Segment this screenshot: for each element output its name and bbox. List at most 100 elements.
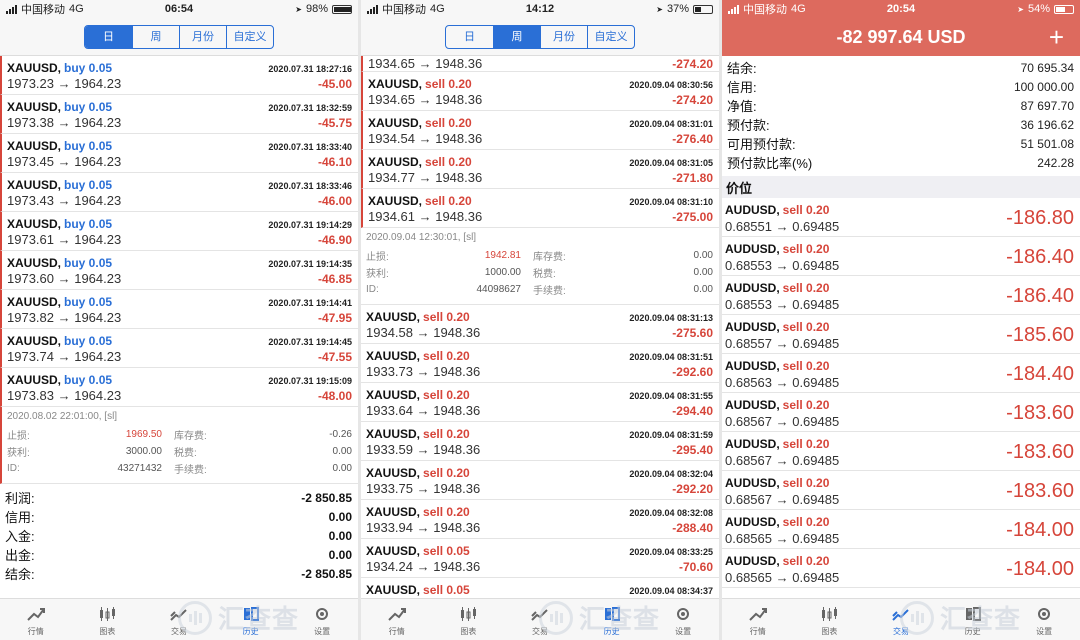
trade-action: sell 0.05 — [423, 544, 470, 558]
trade-profit: -47.55 — [317, 350, 352, 364]
tab-chart[interactable]: 图表 — [72, 599, 144, 640]
tab-quotes[interactable]: 行情 — [361, 599, 433, 640]
position-row[interactable]: AUDUSD, sell 0.20 0.68565 → 0.69485 -184.00 — [722, 549, 1080, 588]
segment-month[interactable]: 月份 — [540, 25, 587, 48]
symbol: XAUUSD, — [366, 583, 421, 597]
position-row[interactable]: AUDUSD, sell 0.20 0.68567 → 0.69485 -183.60 — [722, 432, 1080, 471]
account-row: 可用预付款: 51 501.08 — [727, 134, 1074, 153]
trade-action: buy 0.05 — [64, 334, 113, 348]
trade-row[interactable]: XAUUSD, sell 0.20 2020.09.04 08:32:08 1933.… — [361, 500, 719, 539]
trade-row[interactable]: XAUUSD, buy 0.05 2020.07.31 19:14:29 1973.6… — [0, 212, 358, 251]
trade-row-bottom: 1973.60 → 1964.23 -46.85 — [7, 271, 352, 289]
trade-price: 1973.45 → 1964.23 — [7, 154, 122, 169]
tab-settings[interactable]: 设置 — [1008, 599, 1080, 640]
tab-chart[interactable]: 图表 — [433, 599, 505, 640]
trade-row[interactable]: XAUUSD, buy 0.05 2020.07.31 18:27:16 1973.2… — [0, 56, 358, 95]
trade-icon — [169, 606, 189, 626]
trade-time: 2020.09.04 08:31:55 — [629, 391, 713, 401]
position-row[interactable]: AUDUSD, sell 0.20 0.68567 → 0.69485 -183.60 — [722, 393, 1080, 432]
trade-profit: -46.85 — [317, 272, 352, 286]
trade-row-partial[interactable]: 1934.65 → 1948.36 -274.20 — [361, 56, 719, 72]
trade-row[interactable]: XAUUSD, sell 0.20 2020.09.04 08:31:51 1933.… — [361, 344, 719, 383]
tab-quotes[interactable]: 行情 — [722, 599, 794, 640]
trade-history-list: XAUUSD, buy 0.05 2020.07.31 18:27:16 1973.2… — [0, 56, 358, 598]
segment-month[interactable]: 月份 — [179, 25, 226, 48]
segment-custom[interactable]: 自定义 — [226, 25, 273, 48]
tab-label: 设置 — [1036, 627, 1053, 636]
position-row[interactable]: AUDUSD, sell 0.20 0.68551 → 0.69485 -186.80 — [722, 198, 1080, 237]
trade-row[interactable]: XAUUSD, sell 0.05 2020.09.04 08:34:37 — [361, 578, 719, 598]
trade-row[interactable]: XAUUSD, sell 0.20 2020.09.04 08:31:01 1934.… — [361, 111, 719, 150]
new-order-button[interactable]: + — [1049, 22, 1064, 53]
trade-action: sell 0.20 — [423, 505, 470, 519]
trade-price: 1973.83 → 1964.23 — [7, 388, 122, 403]
trade-row[interactable]: XAUUSD, sell 0.20 2020.09.04 08:31:05 1934.… — [361, 150, 719, 189]
chart-icon — [97, 606, 117, 626]
position-info: AUDUSD, sell 0.20 0.68557 → 0.69485 — [725, 320, 839, 351]
status-left: 中国移动 4G — [6, 1, 126, 17]
trade-row[interactable]: XAUUSD, buy 0.05 2020.07.31 19:15:09 1973.8… — [0, 368, 358, 407]
summary-value: 0.00 — [328, 509, 352, 524]
trade-row[interactable]: XAUUSD, sell 0.20 2020.09.04 08:32:04 1933.… — [361, 461, 719, 500]
trade-row-bottom: 1973.61 → 1964.23 -46.90 — [7, 232, 352, 250]
trade-row[interactable]: XAUUSD, buy 0.05 2020.07.31 19:14:35 1973.6… — [0, 251, 358, 290]
settings-icon — [312, 606, 332, 626]
trade-row[interactable]: XAUUSD, sell 0.20 2020.09.04 08:31:13 1934.… — [361, 305, 719, 344]
trade-time: 2020.07.31 19:14:29 — [268, 220, 352, 230]
trade-title: XAUUSD, sell 0.20 — [366, 425, 470, 443]
trade-price: 1973.74 → 1964.23 — [7, 349, 122, 364]
tab-trade[interactable]: 交易 — [865, 599, 937, 640]
trade-time: 2020.07.31 19:14:35 — [268, 259, 352, 269]
tab-history[interactable]: 历史 — [576, 599, 648, 640]
trade-row[interactable]: XAUUSD, buy 0.05 2020.07.31 19:14:41 1973.8… — [0, 290, 358, 329]
tab-chart[interactable]: 图表 — [794, 599, 866, 640]
trade-action: buy 0.05 — [64, 256, 113, 270]
position-row[interactable]: AUDUSD, sell 0.20 0.68565 → 0.69485 -184.00 — [722, 510, 1080, 549]
position-action: sell 0.20 — [782, 515, 830, 529]
position-price: 0.68565 → 0.69485 — [725, 570, 840, 585]
symbol: AUDUSD, — [725, 398, 780, 412]
status-left: 中国移动 4G — [367, 1, 487, 17]
position-price: 0.68567 → 0.69485 — [725, 414, 840, 429]
tab-settings[interactable]: 设置 — [286, 599, 358, 640]
position-row[interactable]: AUDUSD, sell 0.20 0.68563 → 0.69485 -184.40 — [722, 354, 1080, 393]
trade-title: XAUUSD, sell 0.20 — [368, 153, 472, 171]
trade-time: 2020.09.04 08:31:05 — [629, 158, 713, 168]
segment-week[interactable]: 周 — [132, 25, 179, 48]
segment-day[interactable]: 日 — [446, 26, 493, 48]
trade-row[interactable]: XAUUSD, sell 0.20 2020.09.04 08:31:59 1933.… — [361, 422, 719, 461]
tab-settings[interactable]: 设置 — [647, 599, 719, 640]
trade-action: buy 0.05 — [64, 178, 113, 192]
position-row[interactable]: AUDUSD, sell 0.20 0.68557 → 0.69485 -185.60 — [722, 315, 1080, 354]
trade-row[interactable]: XAUUSD, buy 0.05 2020.07.31 19:14:45 1973.7… — [0, 329, 358, 368]
symbol: AUDUSD, — [725, 242, 780, 256]
trade-row[interactable]: XAUUSD, buy 0.05 2020.07.31 18:32:59 1973.3… — [0, 95, 358, 134]
tab-history[interactable]: 历史 — [937, 599, 1009, 640]
trade-row[interactable]: XAUUSD, sell 0.20 2020.09.04 08:30:56 1934.… — [361, 72, 719, 111]
trade-row[interactable]: XAUUSD, sell 0.05 2020.09.04 08:33:25 1934.… — [361, 539, 719, 578]
position-row[interactable]: AUDUSD,sell 0.20 — [722, 588, 1080, 598]
trade-row[interactable]: XAUUSD, sell 0.20 2020.09.04 08:31:10 1934.… — [361, 189, 719, 228]
position-row[interactable]: AUDUSD, sell 0.20 0.68553 → 0.69485 -186.40 — [722, 237, 1080, 276]
battery-percent: 37% — [666, 3, 689, 15]
tab-trade[interactable]: 交易 — [143, 599, 215, 640]
tab-quotes[interactable]: 行情 — [0, 599, 72, 640]
history-icon — [241, 606, 261, 626]
trade-row[interactable]: XAUUSD, sell 0.20 2020.09.04 08:31:55 1933.… — [361, 383, 719, 422]
tab-label: 设置 — [675, 627, 692, 636]
trade-profit: -45.00 — [317, 77, 352, 91]
account-label: 信用: — [727, 80, 757, 95]
trade-price: 1973.43 → 1964.23 — [7, 193, 122, 208]
position-profit: -184.40 — [1006, 363, 1074, 385]
tab-label: 历史 — [964, 627, 981, 636]
trade-row[interactable]: XAUUSD, buy 0.05 2020.07.31 18:33:40 1973.4… — [0, 134, 358, 173]
tab-trade[interactable]: 交易 — [504, 599, 576, 640]
position-row[interactable]: AUDUSD, sell 0.20 0.68567 → 0.69485 -183.60 — [722, 471, 1080, 510]
segment-day[interactable]: 日 — [85, 25, 132, 48]
segment-custom[interactable]: 自定义 — [587, 25, 634, 48]
trade-row[interactable]: XAUUSD, buy 0.05 2020.07.31 18:33:46 1973.4… — [0, 173, 358, 212]
position-row[interactable]: AUDUSD, sell 0.20 0.68553 → 0.69485 -186.40 — [722, 276, 1080, 315]
tab-history[interactable]: 历史 — [215, 599, 287, 640]
segment-week[interactable]: 周 — [493, 25, 540, 48]
position-info: AUDUSD, sell 0.20 0.68567 → 0.69485 — [725, 437, 839, 468]
